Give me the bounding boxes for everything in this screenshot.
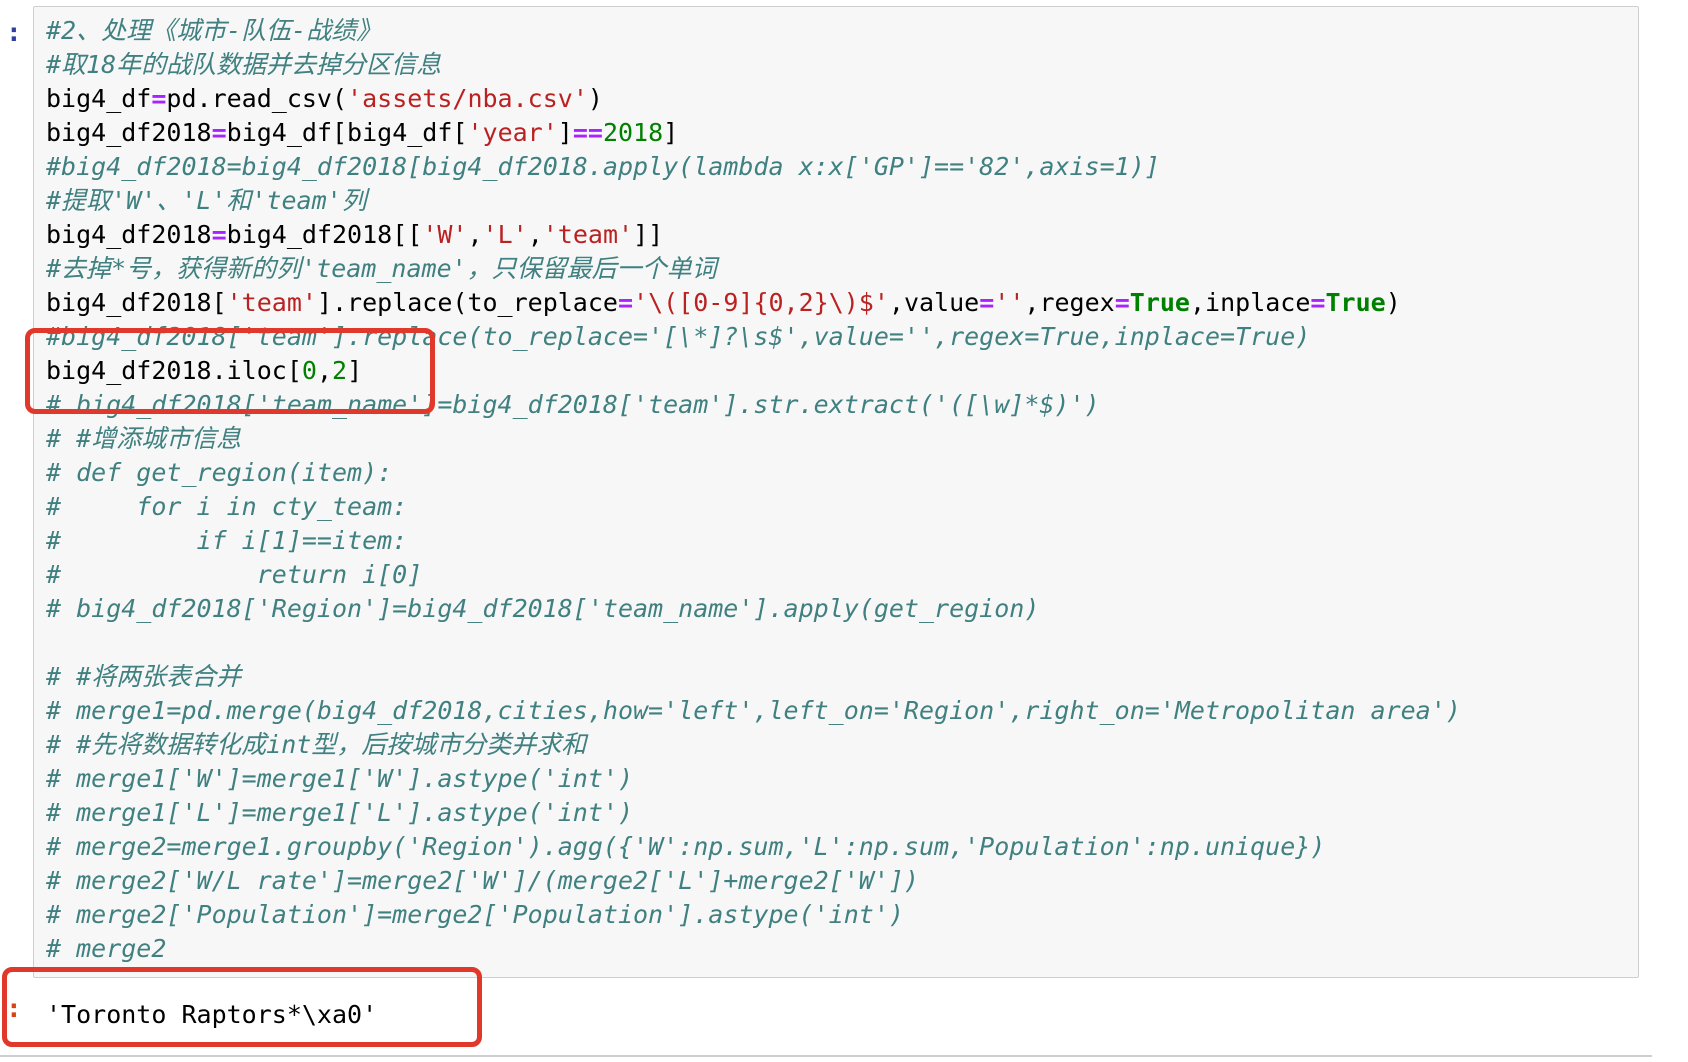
code-token: =	[1310, 288, 1326, 317]
code-token: big4_df2018	[46, 118, 212, 147]
code-token: 'team'	[542, 220, 634, 249]
code-token: #2、处理《城市-队伍-战绩》	[46, 16, 382, 45]
code-token: 'W'	[422, 220, 468, 249]
code-line: # merge1=pd.merge(big4_df2018,cities,how…	[46, 694, 1461, 728]
code-token: ,	[467, 220, 483, 249]
code-line: #2、处理《城市-队伍-战绩》	[46, 14, 1461, 48]
code-token: # if i[1]==item:	[46, 526, 408, 555]
code-line: # #增添城市信息	[46, 422, 1461, 456]
code-token: =	[617, 288, 634, 317]
code-token: # merge1['W']=merge1['W'].astype('int')	[46, 764, 633, 793]
code-token: # merge2['Population']=merge2['Populatio…	[46, 900, 904, 929]
code-token: 'team'	[226, 288, 317, 317]
code-editor[interactable]: #2、处理《城市-队伍-战绩》 #取18年的战队数据并去掉分区信息 big4_df=…	[46, 14, 1461, 966]
code-token: 2018	[602, 118, 664, 147]
code-line: big4_df2018['team'].replace(to_replace='…	[46, 286, 1461, 320]
code-token: ,inplace	[1189, 288, 1311, 317]
code-token: #提取'W'、'L'和'team'列	[46, 186, 367, 215]
code-line: # #将两张表合并	[46, 660, 1461, 694]
code-token: ,regex	[1024, 288, 1115, 317]
code-line: # merge2['Population']=merge2['Populatio…	[46, 898, 1461, 932]
code-token: ,	[527, 220, 543, 249]
code-token: =	[211, 118, 227, 147]
code-token: =	[979, 288, 995, 317]
code-token: ]	[557, 118, 573, 147]
code-line: # merge2['W/L rate']=merge2['W']/(merge2…	[46, 864, 1461, 898]
code-line: # merge1['L']=merge1['L'].astype('int')	[46, 796, 1461, 830]
code-token: ,value	[888, 288, 980, 317]
code-line: #取18年的战队数据并去掉分区信息	[46, 48, 1461, 82]
code-token: # merge2['W/L rate']=merge2['W']/(merge2…	[46, 866, 919, 895]
annotation-box-iloc	[25, 328, 435, 414]
code-line: # return i[0]	[46, 558, 1461, 592]
code-line: # if i[1]==item:	[46, 524, 1461, 558]
code-token: # #增添城市信息	[46, 424, 242, 453]
code-token: # big4_df2018['Region']=big4_df2018['tea…	[46, 594, 1040, 623]
code-token: ==	[572, 118, 603, 147]
code-line: #big4_df2018=big4_df2018[big4_df2018.app…	[46, 150, 1461, 184]
code-token: 'assets/nba.csv'	[347, 84, 588, 113]
code-token: # for i in cty_team:	[46, 492, 408, 521]
code-token: # merge2=merge1.groupby('Region').agg({'…	[46, 832, 1326, 861]
code-token: big4_df	[46, 84, 152, 113]
code-token: big4_df[big4_df[	[226, 118, 468, 147]
code-line: #提取'W'、'L'和'team'列	[46, 184, 1461, 218]
code-token: big4_df2018[	[46, 288, 227, 317]
code-line: big4_df2018=big4_df[big4_df['year']==201…	[46, 116, 1461, 150]
code-line: #去掉*号，获得新的列'team_name'，只保留最后一个单词	[46, 252, 1461, 286]
code-token: )	[587, 84, 603, 113]
code-token: =	[151, 84, 167, 113]
code-token: #big4_df2018=big4_df2018[big4_df2018.app…	[46, 152, 1160, 181]
code-line: # big4_df2018['Region']=big4_df2018['tea…	[46, 592, 1461, 626]
code-token: # merge1['L']=merge1['L'].astype('int')	[46, 798, 633, 827]
code-token: )	[1385, 288, 1401, 317]
code-token: ].replace(to_replace	[316, 288, 618, 317]
code-line: # merge2	[46, 932, 1461, 966]
code-token: True	[1129, 288, 1190, 317]
code-token: 'year'	[467, 118, 558, 147]
input-prompt: :	[6, 18, 22, 48]
code-line: # merge1['W']=merge1['W'].astype('int')	[46, 762, 1461, 796]
code-token: # #先将数据转化成int型，后按城市分类并求和	[46, 730, 587, 759]
code-token: # def get_region(item):	[46, 458, 393, 487]
code-token: ''	[994, 288, 1025, 317]
code-token: '\([0-9]{0,2}\)$'	[633, 288, 889, 317]
code-token: True	[1325, 288, 1386, 317]
code-line: # def get_region(item):	[46, 456, 1461, 490]
code-line: # for i in cty_team:	[46, 490, 1461, 524]
code-token: # merge1=pd.merge(big4_df2018,cities,how…	[46, 696, 1461, 725]
code-token: =	[211, 220, 227, 249]
code-line: big4_df=pd.read_csv('assets/nba.csv')	[46, 82, 1461, 116]
code-token: # #将两张表合并	[46, 662, 242, 691]
code-token: #取18年的战队数据并去掉分区信息	[46, 50, 442, 79]
code-token: ]]	[633, 220, 664, 249]
code-token: =	[1114, 288, 1130, 317]
code-line: big4_df2018=big4_df2018[['W','L','team']…	[46, 218, 1461, 252]
code-token: pd.read_csv(	[166, 84, 348, 113]
code-line: # #先将数据转化成int型，后按城市分类并求和	[46, 728, 1461, 762]
code-token: big4_df2018[[	[226, 220, 423, 249]
code-line: # merge2=merge1.groupby('Region').agg({'…	[46, 830, 1461, 864]
code-token: ]	[663, 118, 679, 147]
code-token: # return i[0]	[46, 560, 423, 589]
code-token: big4_df2018	[46, 220, 212, 249]
code-token: # merge2	[46, 934, 167, 963]
code-token: 'L'	[482, 220, 528, 249]
annotation-box-output	[2, 967, 482, 1047]
next-cell-border	[0, 1055, 1652, 1057]
code-token: #去掉*号，获得新的列'team_name'，只保留最后一个单词	[46, 254, 717, 283]
